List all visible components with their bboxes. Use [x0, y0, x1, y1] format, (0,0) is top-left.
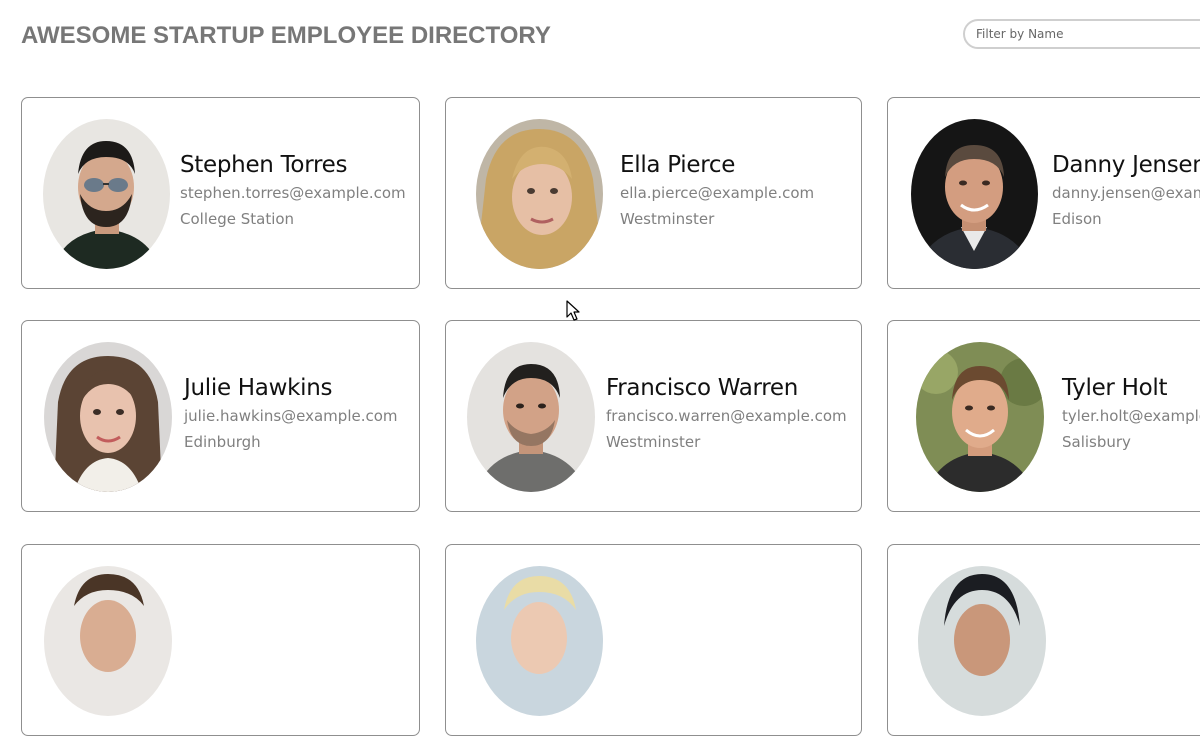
employee-card[interactable]: Julie Hawkins julie.hawkins@example.com …	[21, 320, 420, 512]
employee-info: Tyler Holt tyler.holt@example.com Salisb…	[1062, 373, 1200, 455]
employee-card[interactable]: Stephen Torres stephen.torres@example.co…	[21, 97, 420, 289]
employee-city: College Station	[180, 210, 295, 228]
employee-card[interactable]	[21, 544, 420, 736]
employee-avatar	[911, 119, 1038, 269]
employee-info: Stephen Torres stephen.torres@example.co…	[180, 150, 406, 232]
mouse-cursor-icon	[566, 300, 580, 321]
employee-email: julie.hawkins@example.com	[184, 407, 398, 425]
employee-card[interactable]: Danny Jensen danny.jensen@example.com Ed…	[887, 97, 1200, 289]
employee-info: Ella Pierce ella.pierce@example.com West…	[620, 150, 814, 232]
employee-avatar	[476, 566, 603, 716]
employee-name: Stephen Torres	[180, 152, 348, 178]
employee-email: tyler.holt@example.com	[1062, 407, 1200, 425]
employee-city: Edison	[1052, 210, 1102, 228]
employee-name: Tyler Holt	[1062, 375, 1168, 401]
employee-city: Westminster	[620, 210, 715, 228]
employee-card[interactable]: Ella Pierce ella.pierce@example.com West…	[445, 97, 862, 289]
page-title: AWESOME STARTUP EMPLOYEE DIRECTORY	[21, 22, 551, 49]
employee-avatar	[43, 119, 170, 269]
employee-avatar	[44, 566, 172, 716]
employee-avatar	[467, 342, 595, 492]
employee-email: francisco.warren@example.com	[606, 407, 847, 425]
employee-name: Julie Hawkins	[184, 375, 333, 401]
employee-card[interactable]	[445, 544, 862, 736]
employee-email: danny.jensen@example.com	[1052, 184, 1200, 202]
employee-name: Francisco Warren	[606, 375, 799, 401]
employee-avatar	[44, 342, 172, 492]
employee-name: Danny Jensen	[1052, 152, 1200, 178]
employee-card[interactable]: Francisco Warren francisco.warren@exampl…	[445, 320, 862, 512]
employee-city: Westminster	[606, 433, 701, 451]
employee-avatar	[918, 566, 1046, 716]
employee-card[interactable]: Tyler Holt tyler.holt@example.com Salisb…	[887, 320, 1200, 512]
employee-avatar	[916, 342, 1044, 492]
employee-city: Salisbury	[1062, 433, 1131, 451]
employee-email: stephen.torres@example.com	[180, 184, 406, 202]
employee-city: Edinburgh	[184, 433, 261, 451]
employee-info: Danny Jensen danny.jensen@example.com Ed…	[1052, 150, 1200, 232]
employee-email: ella.pierce@example.com	[620, 184, 815, 202]
employee-avatar	[476, 119, 603, 269]
search-input[interactable]	[963, 19, 1200, 49]
search-field[interactable]	[963, 19, 1200, 49]
employee-name: Ella Pierce	[620, 152, 736, 178]
employee-card[interactable]	[887, 544, 1200, 736]
employee-info: Francisco Warren francisco.warren@exampl…	[606, 373, 847, 455]
employee-info: Julie Hawkins julie.hawkins@example.com …	[184, 373, 398, 455]
